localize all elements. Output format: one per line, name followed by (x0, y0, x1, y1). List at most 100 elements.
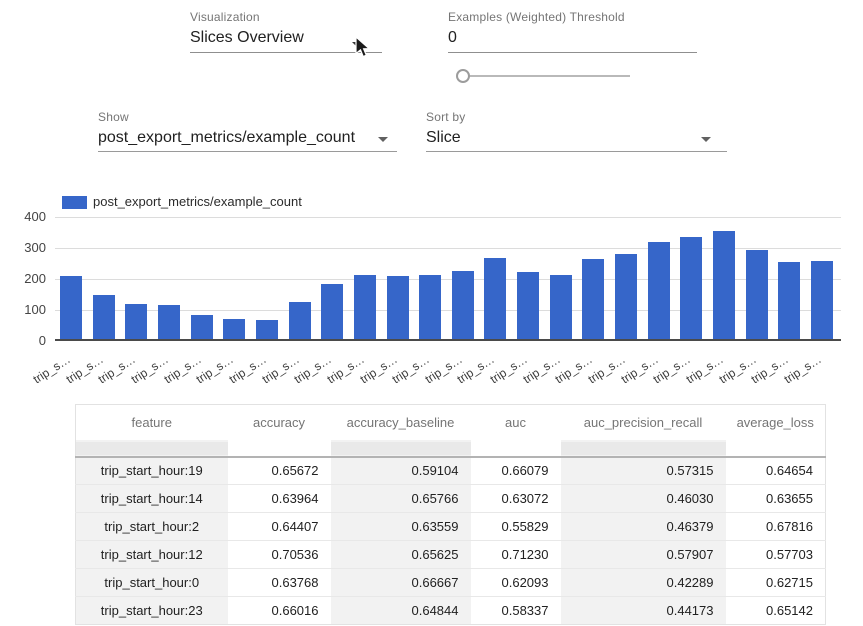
table-header-accuracy[interactable]: accuracy (228, 405, 331, 440)
cell-accuracy_baseline: 0.65625 (331, 541, 471, 569)
threshold-slider-track[interactable] (457, 75, 630, 77)
sort-by-select[interactable]: Slice (426, 129, 461, 147)
cell-average_loss: 0.67816 (726, 513, 826, 541)
threshold-label: Examples (Weighted) Threshold (448, 10, 625, 24)
show-select[interactable]: post_export_metrics/example_count (98, 129, 355, 147)
cell-auc: 0.66079 (471, 457, 561, 485)
cell-accuracy_baseline: 0.63559 (331, 513, 471, 541)
sort-by-label: Sort by (426, 110, 465, 124)
cell-accuracy_baseline: 0.66667 (331, 569, 471, 597)
cell-average_loss: 0.64654 (726, 457, 826, 485)
table-row[interactable]: trip_start_hour:120.705360.656250.712300… (76, 541, 826, 569)
bar-2[interactable] (125, 304, 147, 339)
cell-accuracy_baseline: 0.59104 (331, 457, 471, 485)
bar-18[interactable] (648, 242, 670, 339)
arrow-pointer-cursor (355, 36, 372, 59)
bar-13[interactable] (484, 258, 506, 339)
cell-accuracy: 0.70536 (228, 541, 331, 569)
table-header-auc_precision_recall[interactable]: auc_precision_recall (561, 405, 726, 440)
filter-box-auc_precision_recall (561, 442, 726, 455)
metrics-table: featureaccuracyaccuracy_baselineaucauc_p… (75, 404, 826, 625)
table-row[interactable]: trip_start_hour:190.656720.591040.660790… (76, 457, 826, 485)
caret-down-icon[interactable] (701, 137, 711, 142)
bar-17[interactable] (615, 254, 637, 339)
bar-22[interactable] (778, 262, 800, 339)
cell-auc: 0.63072 (471, 485, 561, 513)
cell-auc_precision_recall: 0.57907 (561, 541, 726, 569)
cell-average_loss: 0.63655 (726, 485, 826, 513)
table-body: trip_start_hour:190.656720.591040.660790… (76, 457, 826, 625)
legend-swatch (62, 196, 87, 209)
filter-cell-accuracy (228, 440, 331, 457)
bar-23[interactable] (811, 261, 833, 339)
bar-7[interactable] (289, 302, 311, 340)
cell-feature: trip_start_hour:14 (76, 485, 228, 513)
slicing-metrics-browser: Visualization Slices Overview Examples (… (0, 0, 863, 626)
bar-10[interactable] (387, 276, 409, 339)
y-tick-label: 200 (0, 271, 46, 286)
bar-16[interactable] (582, 259, 604, 339)
cell-accuracy: 0.63768 (228, 569, 331, 597)
y-tick-label: 100 (0, 302, 46, 317)
bar-6[interactable] (256, 320, 278, 339)
bar-8[interactable] (321, 284, 343, 339)
bar-12[interactable] (452, 271, 474, 339)
table-row[interactable]: trip_start_hour:140.639640.657660.630720… (76, 485, 826, 513)
cell-average_loss: 0.62715 (726, 569, 826, 597)
table-row[interactable]: trip_start_hour:20.644070.635590.558290.… (76, 513, 826, 541)
cell-feature: trip_start_hour:2 (76, 513, 228, 541)
table-row[interactable]: trip_start_hour:00.637680.666670.620930.… (76, 569, 826, 597)
bar-20[interactable] (713, 231, 735, 339)
threshold-input[interactable]: 0 (448, 29, 457, 47)
filter-box-auc (471, 442, 561, 455)
table-header-accuracy_baseline[interactable]: accuracy_baseline (331, 405, 471, 440)
bar-21[interactable] (746, 250, 768, 339)
visualization-label: Visualization (190, 10, 260, 24)
bar-14[interactable] (517, 272, 539, 339)
cell-feature: trip_start_hour:23 (76, 597, 228, 625)
cell-auc_precision_recall: 0.46379 (561, 513, 726, 541)
cell-accuracy: 0.65672 (228, 457, 331, 485)
bar-0[interactable] (60, 276, 82, 339)
y-tick-label: 0 (0, 333, 46, 348)
cell-accuracy_baseline: 0.65766 (331, 485, 471, 513)
bar-5[interactable] (223, 319, 245, 339)
cell-auc: 0.71230 (471, 541, 561, 569)
filter-cell-average_loss (726, 440, 826, 457)
bar-4[interactable] (191, 315, 213, 339)
filter-box-accuracy_baseline (331, 442, 471, 455)
cell-feature: trip_start_hour:0 (76, 569, 228, 597)
table-row[interactable]: trip_start_hour:230.660160.648440.583370… (76, 597, 826, 625)
cell-accuracy: 0.64407 (228, 513, 331, 541)
cell-auc_precision_recall: 0.57315 (561, 457, 726, 485)
show-underline (98, 151, 397, 152)
threshold-underline (448, 52, 697, 53)
filter-box-average_loss (726, 442, 826, 455)
filter-cell-auc (471, 440, 561, 457)
filter-cell-accuracy_baseline (331, 440, 471, 457)
visualization-select[interactable]: Slices Overview (190, 29, 304, 47)
table-header-auc[interactable]: auc (471, 405, 561, 440)
legend-label: post_export_metrics/example_count (93, 194, 302, 209)
cell-auc_precision_recall: 0.46030 (561, 485, 726, 513)
bar-11[interactable] (419, 275, 441, 339)
bar-15[interactable] (550, 275, 572, 339)
table-header-average_loss[interactable]: average_loss (726, 405, 826, 440)
cell-feature: trip_start_hour:19 (76, 457, 228, 485)
bar-1[interactable] (93, 295, 115, 339)
bar-9[interactable] (354, 275, 376, 339)
bar-19[interactable] (680, 237, 702, 339)
cell-accuracy_baseline: 0.64844 (331, 597, 471, 625)
caret-down-icon[interactable] (378, 137, 388, 142)
cell-auc: 0.62093 (471, 569, 561, 597)
y-tick-label: 400 (0, 209, 46, 224)
gridline-400 (55, 217, 841, 218)
bar-3[interactable] (158, 305, 180, 339)
cell-auc_precision_recall: 0.42289 (561, 569, 726, 597)
filter-cell-feature (76, 440, 228, 457)
threshold-slider-handle[interactable] (456, 69, 470, 83)
cell-accuracy: 0.63964 (228, 485, 331, 513)
table-filter-row (76, 440, 826, 457)
table-header-feature[interactable]: feature (76, 405, 228, 440)
cell-auc_precision_recall: 0.44173 (561, 597, 726, 625)
